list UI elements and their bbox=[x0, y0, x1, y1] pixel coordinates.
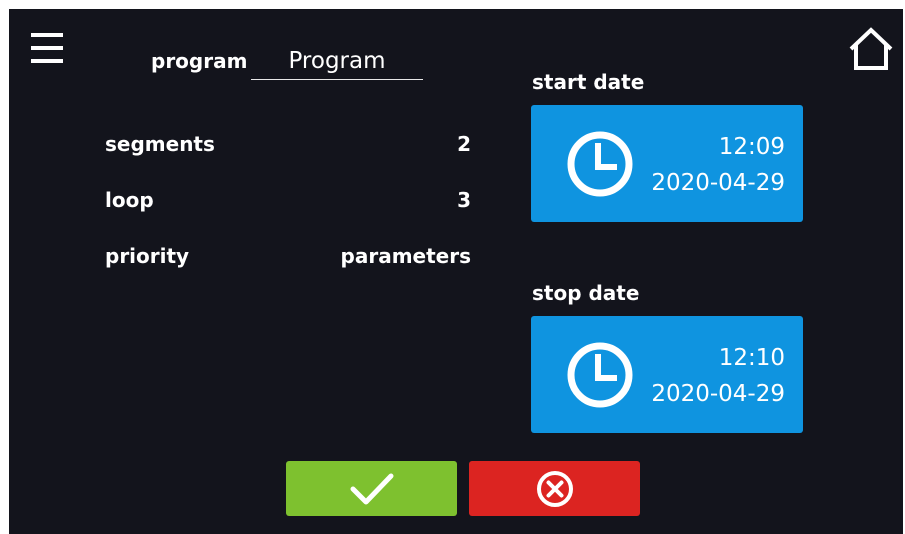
clock-icon bbox=[567, 131, 633, 197]
priority-value[interactable]: parameters bbox=[341, 244, 471, 268]
hamburger-menu-icon[interactable] bbox=[31, 31, 65, 67]
cancel-circle-x-icon bbox=[536, 470, 573, 507]
stop-date-label: stop date bbox=[532, 281, 640, 305]
stop-date-button[interactable]: 12:10 2020-04-29 bbox=[531, 316, 803, 433]
program-label: program bbox=[151, 49, 248, 73]
loop-label: loop bbox=[105, 188, 154, 212]
start-time: 12:09 bbox=[718, 134, 785, 160]
home-icon[interactable] bbox=[847, 25, 895, 73]
stop-time: 12:10 bbox=[718, 345, 785, 371]
screen: program Program segments 2 loop 3 priori… bbox=[9, 9, 903, 534]
checkmark-icon bbox=[350, 473, 393, 504]
priority-label: priority bbox=[105, 244, 190, 268]
confirm-button[interactable] bbox=[286, 461, 457, 516]
stop-date: 2020-04-29 bbox=[651, 381, 785, 407]
program-name-field[interactable]: Program bbox=[251, 45, 423, 80]
segments-value[interactable]: 2 bbox=[457, 132, 471, 156]
start-date-button[interactable]: 12:09 2020-04-29 bbox=[531, 105, 803, 222]
clock-icon bbox=[567, 342, 633, 408]
segments-label: segments bbox=[105, 132, 215, 156]
loop-value[interactable]: 3 bbox=[457, 188, 471, 212]
cancel-button[interactable] bbox=[469, 461, 640, 516]
start-date: 2020-04-29 bbox=[651, 170, 785, 196]
start-date-label: start date bbox=[532, 70, 645, 94]
